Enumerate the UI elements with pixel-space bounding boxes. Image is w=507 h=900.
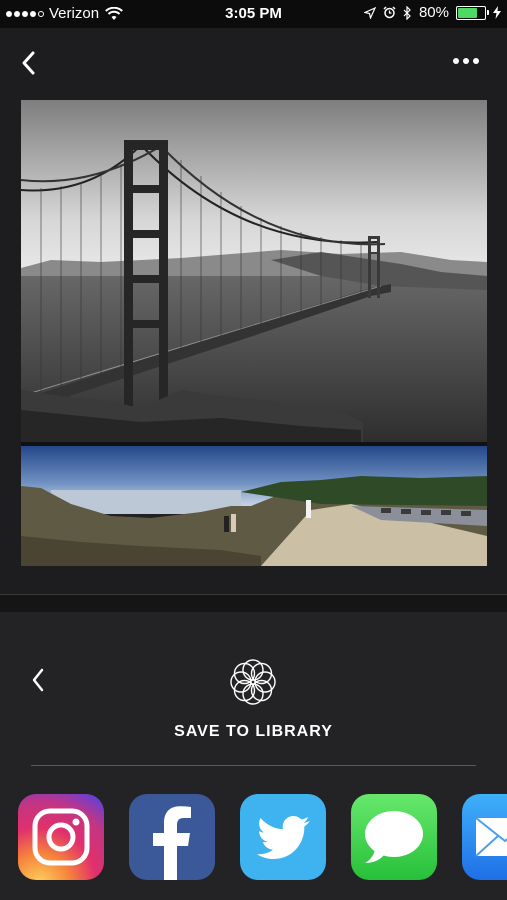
twitter-icon (240, 794, 326, 880)
instagram-icon (18, 794, 104, 880)
share-panel: SAVE TO LIBRARY (0, 612, 507, 900)
alarm-icon (383, 6, 396, 19)
location-arrow-icon (363, 6, 376, 19)
panel-divider (31, 765, 476, 766)
panorama-photo[interactable] (21, 446, 487, 566)
more-options-icon[interactable] (453, 58, 479, 64)
status-right: 80% (363, 4, 501, 21)
share-app-instagram[interactable] (18, 794, 104, 880)
messages-icon (351, 794, 437, 880)
top-nav-bar (0, 28, 507, 98)
mail-icon (462, 794, 507, 880)
share-app-mail[interactable] (462, 794, 507, 880)
save-to-library-flower-icon[interactable] (228, 657, 278, 707)
bluetooth-icon (403, 5, 411, 20)
share-app-twitter[interactable] (240, 794, 326, 880)
back-chevron-icon[interactable] (14, 48, 44, 78)
save-to-library-button[interactable]: SAVE TO LIBRARY (0, 723, 507, 741)
facebook-icon (129, 794, 215, 880)
panel-back-chevron-icon[interactable] (26, 666, 50, 694)
share-apps-row (18, 794, 507, 880)
battery-icon (456, 5, 489, 20)
status-bar: Verizon 3:05 PM 80% (0, 0, 507, 28)
battery-percent: 80% (418, 4, 449, 21)
charging-bolt-icon (493, 6, 501, 19)
section-separator (0, 594, 507, 613)
photo-collage-preview[interactable] (21, 100, 487, 566)
battery-fill (458, 7, 478, 18)
share-app-facebook[interactable] (129, 794, 215, 880)
share-app-messages[interactable] (351, 794, 437, 880)
bridge-photo[interactable] (21, 100, 487, 442)
